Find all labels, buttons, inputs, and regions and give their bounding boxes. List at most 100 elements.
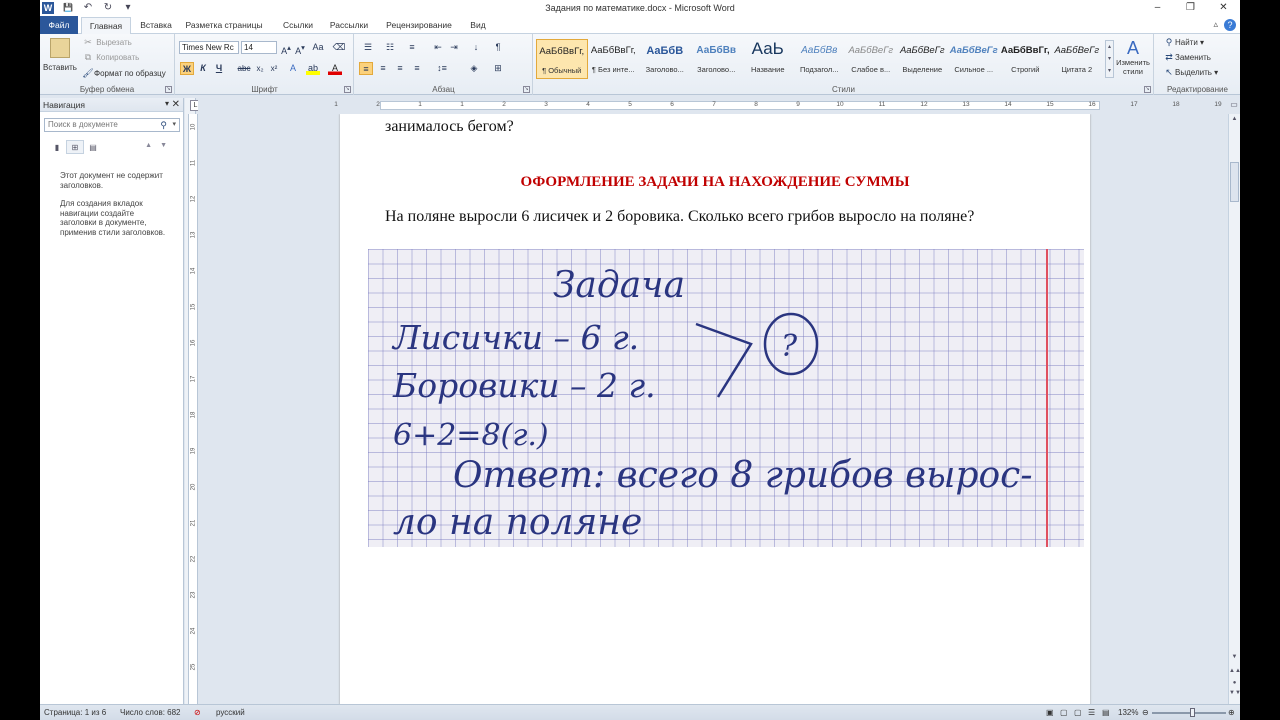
headings-view-icon[interactable]: ▮	[48, 140, 66, 154]
font-name-field[interactable]: Times New Rc	[179, 41, 239, 54]
document-page[interactable]: занималось бегом? ОФОРМЛЕНИЕ ЗАДАЧИ НА Н…	[340, 114, 1090, 704]
style-subtitle[interactable]: АаБбВв Подзагол...	[794, 39, 846, 79]
replace-button[interactable]: ⇄ Заменить	[1163, 52, 1211, 63]
pages-view-icon[interactable]: ⊞	[66, 140, 84, 154]
superscript-button[interactable]: x²	[268, 62, 280, 75]
split-icon[interactable]: ▭	[1228, 100, 1240, 113]
page-count[interactable]: Страница: 1 из 6	[44, 708, 106, 717]
nav-search-input[interactable]: Поиск в документе ⚲ ▾	[44, 118, 180, 132]
vertical-ruler[interactable]: 10 11 12 13 14 15 16 17 18 19 20 21 22 23 24 25	[188, 114, 198, 704]
font-size-field[interactable]: 14	[241, 41, 277, 54]
tab-review[interactable]: Рецензирование	[383, 17, 455, 34]
outline-icon[interactable]: ☰	[1088, 708, 1095, 717]
search-dropdown-icon[interactable]: ▾	[172, 119, 176, 131]
restore-button[interactable]: ❐	[1174, 0, 1207, 16]
style-no-spacing[interactable]: АаБбВвГг, ¶ Без инте...	[588, 39, 640, 79]
justify-icon[interactable]: ≡	[410, 62, 424, 75]
paste-button[interactable]: Вставить	[43, 62, 77, 73]
change-case-button[interactable]: Aa	[310, 41, 326, 54]
clipboard-launcher-icon[interactable]: ↘	[165, 86, 172, 93]
format-painter-button[interactable]: 🖌Формат по образцу	[82, 68, 165, 79]
borders-icon[interactable]: ⊞	[489, 62, 507, 75]
browse-object-icon[interactable]: ●	[1229, 680, 1240, 686]
subscript-button[interactable]: x₂	[254, 62, 266, 75]
style-emphasis[interactable]: АаБбВеГг Выделение	[897, 39, 949, 79]
scroll-up-icon[interactable]: ▲	[1229, 116, 1240, 122]
undo-icon[interactable]: ↶	[82, 1, 94, 14]
style-heading-1[interactable]: АаБбВ Заголово...	[639, 39, 691, 79]
align-left-icon[interactable]: ≡	[359, 62, 373, 75]
decrease-indent-icon[interactable]: ⇤	[431, 41, 445, 54]
tab-page-layout[interactable]: Разметка страницы	[183, 17, 265, 34]
proofing-icon[interactable]: ⊘	[194, 708, 201, 717]
style-heading-2[interactable]: АаБбВв Заголово...	[691, 39, 743, 79]
font-launcher-icon[interactable]: ↘	[344, 86, 351, 93]
tab-view[interactable]: Вид	[466, 17, 490, 34]
prev-page-icon[interactable]: ▲▲	[1229, 668, 1240, 674]
redo-icon[interactable]: ↻	[102, 1, 114, 14]
full-screen-icon[interactable]: ▢	[1060, 708, 1068, 717]
underline-button[interactable]: Ч	[212, 62, 226, 75]
next-page-icon[interactable]: ▼▼	[1229, 690, 1240, 696]
text-effects-icon[interactable]: A	[286, 62, 300, 75]
style-intense-emphasis[interactable]: АаБбВеГг Сильное ...	[948, 39, 1000, 79]
zoom-slider-knob[interactable]	[1190, 708, 1195, 717]
tab-file[interactable]: Файл	[40, 16, 78, 34]
style-strong[interactable]: АаБбВвГг, Строгий	[1000, 39, 1052, 79]
font-color-icon[interactable]: A	[328, 62, 342, 75]
tab-mailings[interactable]: Рассылки	[327, 17, 371, 34]
copy-button[interactable]: ⧉ Копировать	[82, 52, 140, 63]
style-title[interactable]: АаЬ Название	[742, 39, 794, 79]
nav-close-icon[interactable]: ✕	[172, 99, 180, 110]
scroll-thumb[interactable]	[1230, 162, 1239, 202]
help-icon[interactable]: ?	[1224, 19, 1236, 31]
show-marks-icon[interactable]: ¶	[491, 41, 505, 54]
zoom-out-icon[interactable]: ⊖	[1142, 708, 1149, 717]
grow-font-icon[interactable]: A▴	[280, 41, 292, 56]
styles-gallery-scroll[interactable]: ▴ ▾ ▾	[1105, 40, 1114, 78]
multilevel-list-icon[interactable]: ≡	[403, 41, 421, 54]
customize-qat-icon[interactable]: ▾	[122, 1, 134, 14]
tab-insert[interactable]: Вставка	[134, 17, 178, 34]
strikethrough-button[interactable]: abc	[236, 62, 252, 75]
tab-home[interactable]: Главная	[81, 17, 131, 35]
horizontal-ruler[interactable]: 1 2 1 1 2 3 4 5 6 7 8 9 10 11 12 13 14 15 16 17 18 19	[198, 100, 1238, 111]
style-subtle-emphasis[interactable]: АаБбВеГг Слабое в...	[845, 39, 897, 79]
draft-icon[interactable]: ▤	[1102, 708, 1110, 717]
zoom-in-icon[interactable]: ⊕	[1228, 708, 1235, 717]
zoom-level[interactable]: 132%	[1118, 708, 1138, 717]
notebook-image[interactable]: Задача Лисички – 6 г. Боровики – 2 г. ? …	[368, 249, 1084, 547]
language-indicator[interactable]: русский	[216, 708, 245, 717]
increase-indent-icon[interactable]: ⇥	[447, 41, 461, 54]
bullets-icon[interactable]: ☰	[359, 41, 377, 54]
align-center-icon[interactable]: ≡	[376, 62, 390, 75]
document-scrollbar[interactable]: ▲ ▼ ▲▲ ● ▼▼	[1228, 114, 1240, 704]
word-logo-icon[interactable]: W	[42, 2, 54, 14]
style-quote-2[interactable]: АаБбВеГг Цитата 2	[1051, 39, 1103, 79]
scroll-down-icon[interactable]: ▼	[1229, 654, 1240, 660]
clear-formatting-icon[interactable]: ⌫	[332, 41, 346, 54]
nav-prev-next[interactable]: ▲▼	[145, 142, 175, 149]
shading-icon[interactable]: ◈	[465, 62, 483, 75]
paste-icon[interactable]	[50, 38, 70, 58]
nav-menu-icon[interactable]: ▾	[165, 99, 169, 108]
change-styles-button[interactable]: A Изменить стили	[1116, 38, 1150, 76]
tab-references[interactable]: Ссылки	[278, 17, 318, 34]
bold-button[interactable]: Ж	[180, 62, 194, 75]
search-icon[interactable]: ⚲	[160, 119, 167, 131]
find-button[interactable]: ⚲ Найти ▾	[1163, 37, 1204, 48]
numbering-icon[interactable]: ☷	[381, 41, 399, 54]
web-layout-icon[interactable]: ▢	[1074, 708, 1082, 717]
style-normal[interactable]: АаБбВвГг, ¶ Обычный	[536, 39, 588, 79]
print-layout-icon[interactable]: ▣	[1046, 708, 1054, 717]
shrink-font-icon[interactable]: A▾	[294, 41, 306, 56]
styles-launcher-icon[interactable]: ↘	[1144, 86, 1151, 93]
save-icon[interactable]: 💾	[62, 1, 74, 14]
minimize-button[interactable]: –	[1141, 0, 1174, 16]
select-button[interactable]: ↖ Выделить ▾	[1163, 67, 1218, 78]
highlight-icon[interactable]: ab	[306, 62, 320, 75]
align-right-icon[interactable]: ≡	[393, 62, 407, 75]
cut-button[interactable]: ✂ Вырезать	[82, 37, 132, 48]
results-view-icon[interactable]: ▤	[84, 140, 102, 154]
paragraph-launcher-icon[interactable]: ↘	[523, 86, 530, 93]
